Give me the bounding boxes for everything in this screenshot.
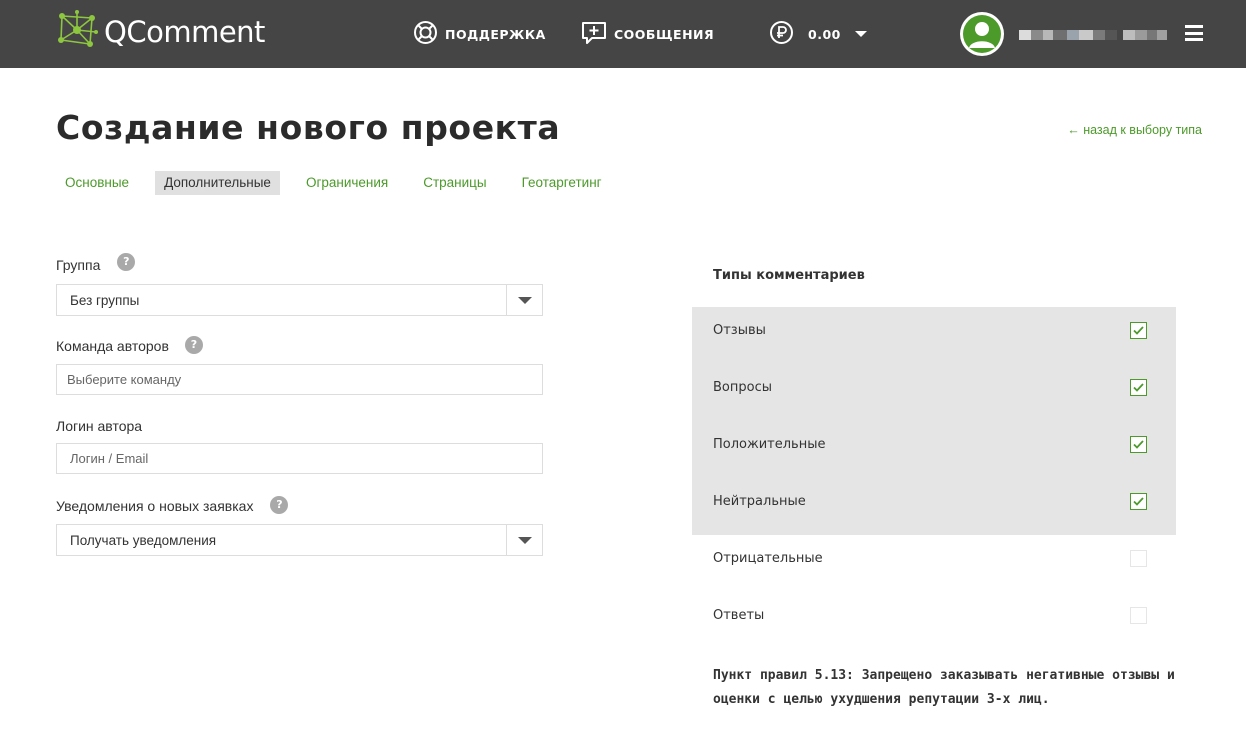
check-icon [1133,325,1144,335]
support-link[interactable]: ПОДДЕРЖКА [413,20,546,48]
tab-restrictions[interactable]: Ограничения [297,171,397,195]
message-plus-icon [581,21,607,48]
balance-dropdown[interactable]: 0.00 [769,20,867,48]
tab-pages[interactable]: Страницы [414,171,495,195]
logo[interactable]: QComment [56,10,265,54]
type-label: Отзывы [713,322,766,338]
team-label-row: Команда авторов ? [56,336,203,354]
checkbox[interactable] [1130,321,1147,339]
comment-types-title: Типы комментариев [713,268,865,283]
username-redacted [1019,30,1167,40]
check-icon [1133,382,1144,392]
tab-geotargeting[interactable]: Геотаргетинг [513,171,611,195]
page-title: Создание нового проекта [56,108,561,147]
ruble-coin-icon [769,20,794,48]
select-arrow [506,285,542,315]
team-input[interactable] [56,364,543,395]
type-row-answers[interactable]: Ответы [713,603,1153,627]
logo-molecule-icon [56,10,98,54]
help-icon[interactable]: ? [270,496,289,514]
chevron-down-icon [518,297,532,304]
team-label: Команда авторов [56,338,169,354]
type-label: Вопросы [713,379,772,395]
help-icon[interactable]: ? [117,253,136,271]
chevron-down-icon [518,537,532,544]
project-tabs: Основные Дополнительные Ограничения Стра… [56,171,611,195]
top-navigation-bar: QComment ПОДДЕРЖКА СООБЩЕНИЯ 0.00 [0,0,1246,68]
type-row-questions[interactable]: Вопросы [713,375,1153,399]
type-label: Нейтральные [713,493,806,509]
rule-note: Пункт правил 5.13: Запрещено заказывать … [713,668,1175,707]
notify-label-row: Уведомления о новых заявках ? [56,496,289,514]
avatar[interactable] [960,12,1004,56]
notify-select[interactable]: Получать уведомления [56,524,543,556]
checkbox[interactable] [1130,549,1147,567]
select-arrow [506,525,542,555]
type-row-negative[interactable]: Отрицательные [713,546,1153,570]
checkbox[interactable] [1130,606,1147,624]
logo-text: QComment [104,15,265,49]
tab-main[interactable]: Основные [56,171,138,195]
tab-additional[interactable]: Дополнительные [155,171,280,195]
back-to-type-link[interactable]: ← назад к выбору типа [1067,123,1202,137]
check-icon [1133,496,1144,506]
type-label: Ответы [713,607,765,623]
messages-label: СООБЩЕНИЯ [614,26,715,42]
checkbox[interactable] [1130,492,1147,510]
type-label: Отрицательные [713,550,823,566]
lifebuoy-icon [413,20,438,48]
group-select[interactable]: Без группы [56,284,543,316]
hamburger-menu-icon[interactable] [1185,25,1203,41]
group-select-value: Без группы [70,293,140,308]
type-row-positive[interactable]: Положительные [713,432,1153,456]
login-input[interactable] [56,443,543,474]
help-icon[interactable]: ? [184,336,203,354]
support-label: ПОДДЕРЖКА [445,26,546,42]
messages-link[interactable]: СООБЩЕНИЯ [581,20,714,48]
type-row-reviews[interactable]: Отзывы [713,318,1153,342]
group-label-row: Группа ? [56,253,136,273]
notify-select-value: Получать уведомления [70,533,217,548]
checkbox[interactable] [1130,378,1147,396]
user-avatar-icon [963,15,1001,53]
balance-value: 0.00 [808,26,841,42]
login-label: Логин автора [56,418,143,434]
checkbox[interactable] [1130,435,1147,453]
login-label-row: Логин автора [56,418,142,434]
type-row-neutral[interactable]: Нейтральные [713,489,1153,513]
check-icon [1133,439,1144,449]
chevron-down-icon [854,31,867,37]
group-label: Группа [56,257,101,273]
notify-label: Уведомления о новых заявках [56,498,254,514]
type-label: Положительные [713,436,826,452]
